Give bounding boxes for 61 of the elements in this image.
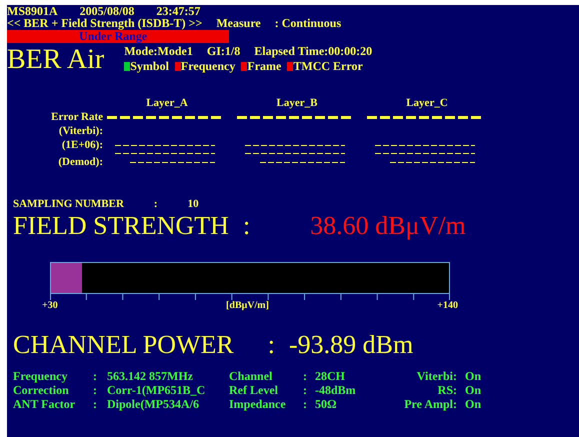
model-label: MS8901A bbox=[7, 5, 58, 17]
indicator-label: Symbol bbox=[130, 60, 169, 73]
separator: : bbox=[93, 369, 98, 383]
setting-label: Impedance bbox=[229, 397, 287, 411]
setting-value: On bbox=[465, 397, 482, 411]
column-header: Layer_B bbox=[276, 97, 318, 109]
sampling-value: 10 bbox=[188, 198, 199, 210]
setting-value: On bbox=[465, 383, 482, 397]
setting-value: Dipole(MP534A/6 bbox=[107, 397, 200, 411]
row-label: (1E+06): bbox=[60, 139, 104, 151]
sampling-label: SAMPLING NUMBER bbox=[13, 198, 124, 210]
separator: : bbox=[453, 369, 458, 383]
separator: : bbox=[93, 383, 98, 397]
separator: : bbox=[242, 212, 250, 240]
scale-unit: [dBμV/m] bbox=[226, 300, 269, 311]
indicator-label: Frequency bbox=[180, 60, 236, 73]
setting-value: 28CH bbox=[315, 369, 346, 383]
measure-value: : Continuous bbox=[274, 17, 342, 30]
setting-value: -48dBm bbox=[315, 383, 357, 397]
setting-label: Correction bbox=[13, 383, 70, 397]
scale-min: +30 bbox=[42, 300, 58, 311]
field-strength-value: 38.60 dBμV/m bbox=[310, 212, 466, 240]
separator: : bbox=[453, 383, 458, 397]
column-header: Layer_A bbox=[145, 97, 189, 109]
setting-value: 563.142 857MHz bbox=[107, 369, 194, 383]
separator: : bbox=[268, 331, 275, 359]
setting-value: On bbox=[465, 369, 482, 383]
separator: : bbox=[303, 383, 308, 397]
row-label: (Viterbi): bbox=[58, 125, 104, 137]
separator: : bbox=[303, 397, 308, 411]
indicator-label: Frame bbox=[247, 60, 282, 73]
scale-max: +140 bbox=[437, 300, 458, 311]
date-label: 2005/08/08 bbox=[80, 5, 134, 17]
row-label: (Demod): bbox=[57, 156, 104, 168]
screen-title: BER Air bbox=[7, 45, 104, 75]
gi-status: GI:1/8 bbox=[206, 45, 240, 58]
row-label: Error Rate bbox=[50, 111, 104, 123]
setting-label: Viterbi bbox=[416, 369, 453, 383]
separator: : bbox=[154, 198, 158, 210]
separator: : bbox=[453, 397, 458, 411]
alarm-banner: Under Range bbox=[7, 30, 229, 43]
setting-value: 50Ω bbox=[315, 397, 338, 411]
setting-label: Pre Ampl bbox=[403, 397, 453, 411]
channel-power-label: CHANNEL POWER bbox=[13, 331, 234, 359]
setting-label: Ref Level bbox=[229, 383, 279, 397]
setting-label: Frequency bbox=[13, 369, 68, 383]
separator: : bbox=[303, 369, 308, 383]
mode-title: << BER + Field Strength (ISDB-T) >> bbox=[7, 17, 202, 30]
elapsed-time: Elapsed Time:00:00:20 bbox=[254, 45, 372, 58]
channel-power-value: -93.89 dBm bbox=[288, 331, 414, 359]
setting-label: ANT Factor bbox=[13, 397, 76, 411]
setting-value: Corr-1(MP651B_C bbox=[107, 383, 206, 397]
indicator-label: TMCC Error bbox=[293, 60, 363, 73]
setting-label: Channel bbox=[229, 369, 274, 383]
separator: : bbox=[93, 397, 98, 411]
mode-status: Mode:Mode1 bbox=[124, 45, 193, 58]
measure-label: Measure bbox=[216, 17, 261, 30]
column-header: Layer_C bbox=[405, 97, 449, 109]
setting-label: RS bbox=[436, 383, 453, 397]
time-label: 23:47:57 bbox=[156, 5, 200, 17]
field-strength-label: FIELD STRENGTH bbox=[13, 212, 229, 240]
